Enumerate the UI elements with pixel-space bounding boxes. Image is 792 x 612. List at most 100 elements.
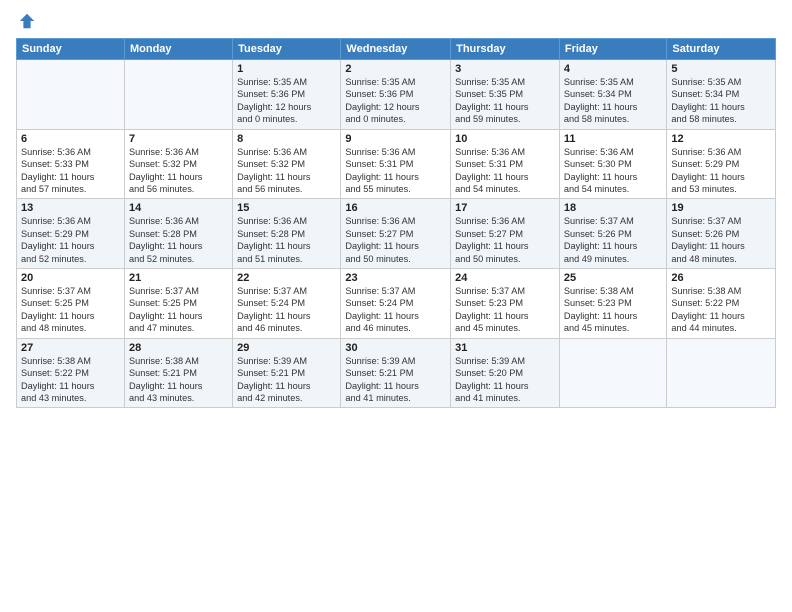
day-info: Sunrise: 5:36 AM Sunset: 5:28 PM Dayligh… — [237, 215, 336, 265]
day-info: Sunrise: 5:35 AM Sunset: 5:36 PM Dayligh… — [237, 76, 336, 126]
day-info: Sunrise: 5:38 AM Sunset: 5:22 PM Dayligh… — [21, 355, 120, 405]
day-number: 12 — [671, 133, 771, 145]
day-number: 16 — [345, 202, 446, 214]
day-info: Sunrise: 5:36 AM Sunset: 5:30 PM Dayligh… — [564, 146, 663, 196]
calendar-cell: 10Sunrise: 5:36 AM Sunset: 5:31 PM Dayli… — [451, 129, 560, 199]
weekday-header-sunday: Sunday — [17, 39, 125, 60]
weekday-header-monday: Monday — [124, 39, 232, 60]
day-info: Sunrise: 5:36 AM Sunset: 5:28 PM Dayligh… — [129, 215, 228, 265]
calendar-week-row: 20 Sunrise: 5:37 AM Sunset: 5:25 PM Dayli… — [17, 269, 776, 339]
calendar-cell: 3Sunrise: 5:35 AM Sunset: 5:35 PM Daylig… — [451, 60, 560, 130]
day-info: Sunrise: 5:38 AM Sunset: 5:23 PM Dayligh… — [564, 285, 663, 335]
day-info: Sunrise: 5:37 AM Sunset: 5:26 PM Dayligh… — [564, 215, 663, 265]
day-info: Sunrise: 5:36 AM Sunset: 5:32 PM Dayligh… — [129, 146, 228, 196]
calendar-cell: 24Sunrise: 5:37 AM Sunset: 5:23 PM Dayli… — [451, 269, 560, 339]
calendar-cell: 13Sunrise: 5:36 AM Sunset: 5:29 PM Dayli… — [17, 199, 125, 269]
day-number: 24 — [455, 272, 555, 284]
page-header — [16, 12, 776, 30]
day-info: Sunrise: 5:36 AM Sunset: 5:27 PM Dayligh… — [345, 215, 446, 265]
calendar-cell: 9Sunrise: 5:36 AM Sunset: 5:31 PM Daylig… — [341, 129, 451, 199]
calendar-cell: 26Sunrise: 5:38 AM Sunset: 5:22 PM Dayli… — [667, 269, 776, 339]
day-info: Sunrise: 5:37 AM Sunset: 5:26 PM Dayligh… — [671, 215, 771, 265]
day-number: 1 — [237, 63, 336, 75]
calendar-header: SundayMondayTuesdayWednesdayThursdayFrid… — [17, 39, 776, 60]
day-number: 7 — [129, 133, 228, 145]
day-number: 8 — [237, 133, 336, 145]
day-number: 19 — [671, 202, 771, 214]
day-info: Sunrise: 5:35 AM Sunset: 5:34 PM Dayligh… — [671, 76, 771, 126]
day-info: Sunrise: 5:36 AM Sunset: 5:31 PM Dayligh… — [345, 146, 446, 196]
calendar-cell: 18Sunrise: 5:37 AM Sunset: 5:26 PM Dayli… — [559, 199, 667, 269]
day-info: Sunrise: 5:35 AM Sunset: 5:34 PM Dayligh… — [564, 76, 663, 126]
calendar-cell: 17Sunrise: 5:36 AM Sunset: 5:27 PM Dayli… — [451, 199, 560, 269]
day-number: 27 — [21, 342, 120, 354]
calendar-cell: 29Sunrise: 5:39 AM Sunset: 5:21 PM Dayli… — [233, 338, 341, 408]
calendar-cell — [559, 338, 667, 408]
day-info: Sunrise: 5:36 AM Sunset: 5:31 PM Dayligh… — [455, 146, 555, 196]
day-number: 23 — [345, 272, 446, 284]
calendar-cell: 7Sunrise: 5:36 AM Sunset: 5:32 PM Daylig… — [124, 129, 232, 199]
calendar-cell: 2Sunrise: 5:35 AM Sunset: 5:36 PM Daylig… — [341, 60, 451, 130]
day-info: Sunrise: 5:39 AM Sunset: 5:21 PM Dayligh… — [345, 355, 446, 405]
calendar-cell: 1Sunrise: 5:35 AM Sunset: 5:36 PM Daylig… — [233, 60, 341, 130]
calendar-cell: 22Sunrise: 5:37 AM Sunset: 5:24 PM Dayli… — [233, 269, 341, 339]
day-number: 17 — [455, 202, 555, 214]
day-number: 2 — [345, 63, 446, 75]
day-info: Sunrise: 5:36 AM Sunset: 5:32 PM Dayligh… — [237, 146, 336, 196]
calendar-cell: 20Sunrise: 5:37 AM Sunset: 5:25 PM Dayli… — [17, 269, 125, 339]
calendar-cell: 25Sunrise: 5:38 AM Sunset: 5:23 PM Dayli… — [559, 269, 667, 339]
day-info: Sunrise: 5:35 AM Sunset: 5:35 PM Dayligh… — [455, 76, 555, 126]
day-number: 6 — [21, 133, 120, 145]
calendar-cell: 28Sunrise: 5:38 AM Sunset: 5:21 PM Dayli… — [124, 338, 232, 408]
day-number: 5 — [671, 63, 771, 75]
day-number: 28 — [129, 342, 228, 354]
day-number: 30 — [345, 342, 446, 354]
calendar-week-row: 13Sunrise: 5:36 AM Sunset: 5:29 PM Dayli… — [17, 199, 776, 269]
day-info: Sunrise: 5:37 AM Sunset: 5:25 PM Dayligh… — [129, 285, 228, 335]
calendar-cell: 6Sunrise: 5:36 AM Sunset: 5:33 PM Daylig… — [17, 129, 125, 199]
day-number: 4 — [564, 63, 663, 75]
day-info: Sunrise: 5:37 AM Sunset: 5:24 PM Dayligh… — [345, 285, 446, 335]
weekday-header-tuesday: Tuesday — [233, 39, 341, 60]
day-info: Sunrise: 5:36 AM Sunset: 5:33 PM Dayligh… — [21, 146, 120, 196]
calendar-cell: 14Sunrise: 5:36 AM Sunset: 5:28 PM Dayli… — [124, 199, 232, 269]
day-info: Sunrise: 5:37 AM Sunset: 5:23 PM Dayligh… — [455, 285, 555, 335]
calendar-cell: 4Sunrise: 5:35 AM Sunset: 5:34 PM Daylig… — [559, 60, 667, 130]
calendar-week-row: 27Sunrise: 5:38 AM Sunset: 5:22 PM Dayli… — [17, 338, 776, 408]
day-number: 22 — [237, 272, 336, 284]
calendar-cell: 30Sunrise: 5:39 AM Sunset: 5:21 PM Dayli… — [341, 338, 451, 408]
day-number: 29 — [237, 342, 336, 354]
calendar-week-row: 6Sunrise: 5:36 AM Sunset: 5:33 PM Daylig… — [17, 129, 776, 199]
day-number: 3 — [455, 63, 555, 75]
calendar-cell — [667, 338, 776, 408]
day-info: Sunrise: 5:39 AM Sunset: 5:20 PM Dayligh… — [455, 355, 555, 405]
calendar-cell: 16Sunrise: 5:36 AM Sunset: 5:27 PM Dayli… — [341, 199, 451, 269]
weekday-header-wednesday: Wednesday — [341, 39, 451, 60]
day-number: 14 — [129, 202, 228, 214]
day-info: Sunrise: 5:38 AM Sunset: 5:22 PM Dayligh… — [671, 285, 771, 335]
day-number: 31 — [455, 342, 555, 354]
day-number: 11 — [564, 133, 663, 145]
weekday-header-row: SundayMondayTuesdayWednesdayThursdayFrid… — [17, 39, 776, 60]
weekday-header-friday: Friday — [559, 39, 667, 60]
day-number: 20 — [21, 272, 120, 284]
weekday-header-thursday: Thursday — [451, 39, 560, 60]
day-number: 13 — [21, 202, 120, 214]
day-number: 15 — [237, 202, 336, 214]
logo-icon — [18, 12, 36, 30]
day-info: Sunrise: 5:36 AM Sunset: 5:29 PM Dayligh… — [671, 146, 771, 196]
day-info: Sunrise: 5:39 AM Sunset: 5:21 PM Dayligh… — [237, 355, 336, 405]
weekday-header-saturday: Saturday — [667, 39, 776, 60]
calendar-table: SundayMondayTuesdayWednesdayThursdayFrid… — [16, 38, 776, 408]
calendar-cell: 27Sunrise: 5:38 AM Sunset: 5:22 PM Dayli… — [17, 338, 125, 408]
day-info: Sunrise: 5:37 AM Sunset: 5:24 PM Dayligh… — [237, 285, 336, 335]
calendar-cell: 11Sunrise: 5:36 AM Sunset: 5:30 PM Dayli… — [559, 129, 667, 199]
day-number: 18 — [564, 202, 663, 214]
day-number: 9 — [345, 133, 446, 145]
day-number: 21 — [129, 272, 228, 284]
calendar-cell: 8Sunrise: 5:36 AM Sunset: 5:32 PM Daylig… — [233, 129, 341, 199]
day-number: 25 — [564, 272, 663, 284]
calendar-cell: 5Sunrise: 5:35 AM Sunset: 5:34 PM Daylig… — [667, 60, 776, 130]
day-info: Sunrise: 5:35 AM Sunset: 5:36 PM Dayligh… — [345, 76, 446, 126]
calendar-cell — [17, 60, 125, 130]
